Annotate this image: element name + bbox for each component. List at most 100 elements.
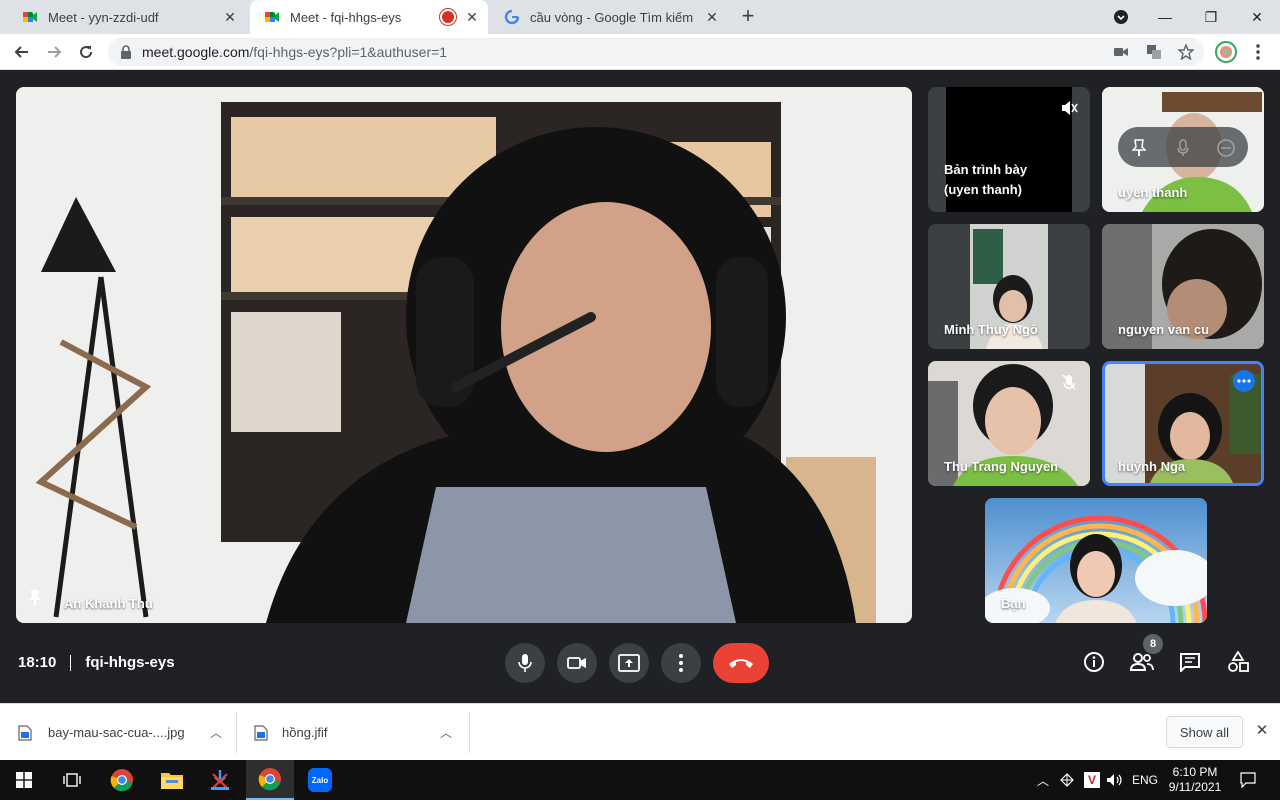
participant-name: nguyen van cu (1118, 322, 1210, 337)
leave-call-button[interactable] (713, 643, 769, 683)
browser-tab-strip: Meet - yyn-zzdi-udf ✕ Meet - fqi-hhgs-ey… (0, 0, 1280, 34)
restore-icon[interactable]: ❐ (1188, 0, 1234, 34)
more-options-button[interactable] (661, 643, 701, 683)
tab-search-icon[interactable] (1098, 0, 1144, 34)
tab-title: Meet - fqi-hhgs-eys (290, 9, 402, 25)
self-view-tile[interactable]: Bạn (985, 498, 1207, 623)
end-call-icon (729, 659, 753, 668)
translate-icon[interactable] (1146, 44, 1162, 60)
chrome-active-taskbar-icon[interactable] (246, 760, 294, 800)
clock-time: 6:10 PM (1172, 765, 1218, 779)
participant-name: Bản trình bày (uyen thanh) (944, 162, 1028, 197)
main-video-frame (16, 87, 912, 623)
zalo-taskbar-icon[interactable]: Zalo (296, 760, 344, 800)
profile-avatar-icon[interactable] (1214, 40, 1238, 64)
browser-toolbar: meet.google.com/fqi-hhgs-eys?pli=1&authu… (0, 34, 1280, 70)
download-item[interactable]: hồng.jfif ︿ (254, 704, 458, 761)
browser-menu-icon[interactable] (1246, 40, 1270, 64)
download-item[interactable]: bay-mau-sac-cua-....jpg ︿ (18, 704, 228, 761)
google-meet-icon (23, 12, 37, 22)
close-tab-icon[interactable]: ✕ (704, 9, 720, 25)
url-host: meet.google.com (142, 44, 250, 60)
download-app-icon[interactable] (196, 760, 244, 800)
close-download-shelf-icon[interactable]: ✕ (1254, 723, 1270, 739)
camera-in-use-icon[interactable] (1114, 46, 1128, 58)
main-video-tile[interactable]: An Khanh Thu (16, 87, 912, 623)
recording-indicator-icon (442, 11, 454, 23)
participant-tile-active[interactable]: huỳnh Nga (1102, 361, 1264, 486)
touchpad-icon[interactable] (1056, 760, 1078, 800)
pin-icon[interactable] (1132, 139, 1146, 157)
new-tab-button[interactable]: + (736, 5, 760, 29)
minimize-icon[interactable]: — (1142, 0, 1188, 34)
meeting-time: 18:10 (18, 654, 57, 671)
participant-tile[interactable]: nguyen van cu (1102, 224, 1264, 349)
more-vert-icon (679, 654, 683, 672)
presentation-tile[interactable]: Bản trình bày (uyen thanh) (928, 87, 1090, 212)
divider (469, 712, 470, 753)
microphone-icon[interactable] (1176, 139, 1190, 157)
participant-tile[interactable]: Thu Trang Nguyen (928, 361, 1090, 486)
url-text: meet.google.com/fqi-hhgs-eys?pli=1&authu… (142, 44, 447, 60)
meeting-code: fqi-hhgs-eys (85, 654, 175, 671)
clock-date: 9/11/2021 (1168, 780, 1222, 794)
volume-icon[interactable] (1104, 760, 1126, 800)
google-g-icon (504, 9, 520, 25)
forward-icon[interactable] (42, 40, 66, 64)
task-view-icon[interactable] (48, 760, 96, 800)
participant-name: uyen thanh (1118, 185, 1188, 200)
tab-meet-fqi[interactable]: Meet - fqi-hhgs-eys ✕ (250, 0, 488, 34)
download-filename: hồng.jfif (282, 725, 328, 740)
reload-icon[interactable] (74, 40, 98, 64)
participant-name: Minh Thuỷ Ngô (944, 322, 1038, 337)
present-screen-icon (618, 654, 640, 672)
more-options-icon[interactable] (1233, 370, 1255, 392)
participant-tile[interactable]: Minh Thuỷ Ngô (928, 224, 1090, 349)
antivirus-icon[interactable]: V (1082, 760, 1102, 800)
address-bar[interactable]: meet.google.com/fqi-hhgs-eys?pli=1&authu… (108, 38, 1204, 66)
zalo-logo: Zalo (308, 768, 332, 792)
participant-name: Thu Trang Nguyen (944, 459, 1059, 474)
present-screen-button[interactable] (609, 643, 649, 683)
close-tab-icon[interactable]: ✕ (464, 9, 480, 25)
microphone-button[interactable] (505, 643, 545, 683)
activities-icon[interactable] (1224, 648, 1252, 676)
meeting-info: 18:10 fqi-hhgs-eys (18, 654, 175, 671)
chat-icon[interactable] (1176, 648, 1204, 676)
back-icon[interactable] (10, 40, 34, 64)
close-window-icon[interactable]: ✕ (1234, 0, 1280, 34)
windows-taskbar: Zalo ︿ V ENG 6:10 PM 9/11/2021 (0, 760, 1280, 800)
chrome-taskbar-icon[interactable] (98, 760, 146, 800)
participant-name: huỳnh Nga (1118, 459, 1186, 474)
speaker-muted-icon[interactable] (1060, 99, 1078, 117)
remove-participant-icon[interactable] (1216, 138, 1236, 158)
pin-icon[interactable] (28, 589, 42, 607)
tab-google-search[interactable]: cầu vòng - Google Tìm kiếm ✕ (490, 0, 728, 34)
participant-tile[interactable]: uyen thanh (1102, 87, 1264, 212)
camera-button[interactable] (557, 643, 597, 683)
tab-meet-yyn[interactable]: Meet - yyn-zzdi-udf ✕ (8, 0, 246, 34)
notifications-icon[interactable] (1234, 760, 1262, 800)
meeting-details-icon[interactable] (1080, 648, 1108, 676)
tab-title: cầu vòng - Google Tìm kiếm (530, 9, 694, 25)
taskbar-clock[interactable]: 6:10 PM 9/11/2021 (1162, 760, 1228, 800)
microphone-icon (518, 654, 532, 672)
meet-stage: An Khanh Thu Bản trình bày (uyen thanh) … (0, 70, 1280, 703)
file-explorer-icon[interactable] (148, 760, 196, 800)
chevron-up-icon[interactable]: ︿ (440, 724, 452, 741)
show-hidden-icons[interactable]: ︿ (1034, 760, 1052, 800)
image-file-icon (18, 724, 32, 741)
divider (70, 654, 72, 671)
language-indicator[interactable]: ENG (1128, 760, 1162, 800)
microphone-off-icon (1062, 374, 1076, 390)
image-file-icon (254, 724, 268, 741)
close-tab-icon[interactable]: ✕ (222, 9, 238, 25)
bookmark-star-icon[interactable] (1178, 44, 1194, 60)
participant-name: An Khanh Thu (64, 596, 153, 611)
divider (236, 712, 237, 753)
lock-icon[interactable] (120, 45, 132, 59)
chevron-up-icon[interactable]: ︿ (210, 724, 222, 741)
show-all-downloads-button[interactable]: Show all (1166, 716, 1243, 748)
download-shelf: bay-mau-sac-cua-....jpg ︿ hồng.jfif ︿ Sh… (0, 703, 1280, 760)
windows-start-icon[interactable] (0, 760, 48, 800)
